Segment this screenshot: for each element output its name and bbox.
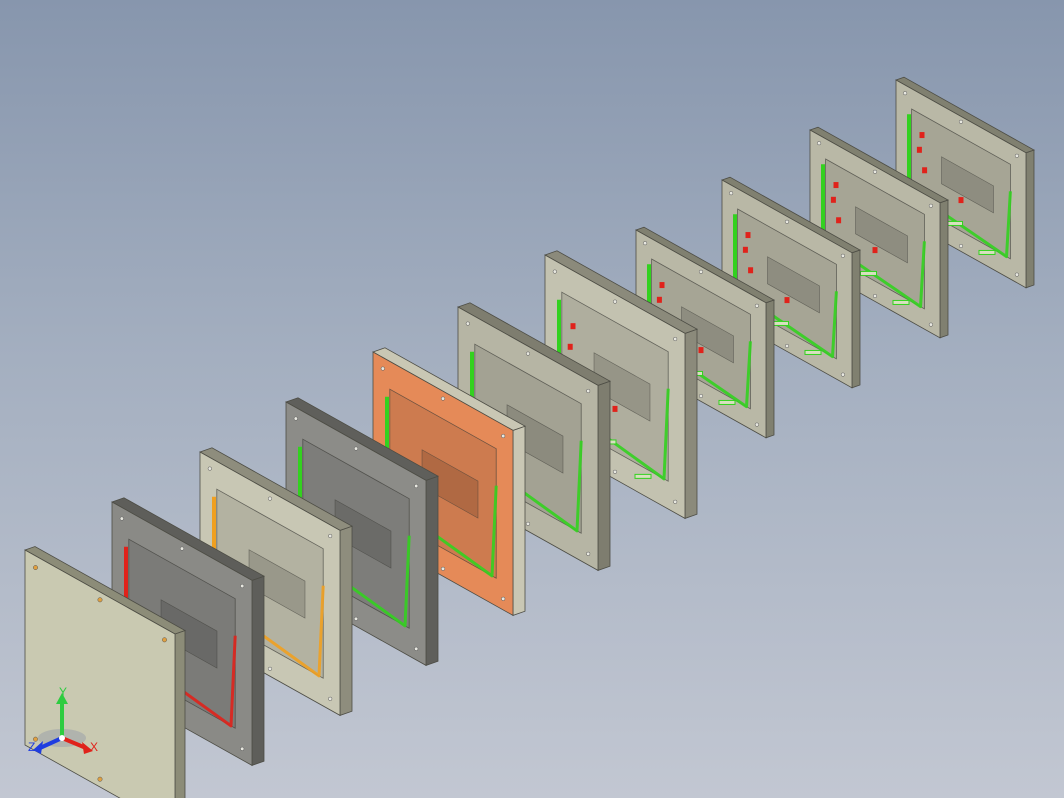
housing-insert <box>833 182 839 189</box>
bolt-hole <box>928 322 933 327</box>
bolt-hole <box>501 596 506 601</box>
bolt-hole <box>612 469 618 474</box>
bolt-hole <box>267 666 273 671</box>
housing-insert <box>784 297 790 304</box>
housing-insert <box>916 146 922 153</box>
bolt-hole <box>240 583 245 589</box>
housing-insert <box>612 405 618 412</box>
bolt-hole <box>33 565 38 571</box>
bolt-hole <box>240 746 245 751</box>
housing-slot <box>892 299 910 305</box>
plate-side <box>939 199 949 339</box>
housing-insert <box>698 347 704 354</box>
bolt-hole <box>840 253 845 258</box>
bolt-hole <box>97 597 103 603</box>
triad-y-label: Y <box>59 685 67 699</box>
bolt-hole <box>440 566 446 571</box>
triad-origin <box>59 735 65 741</box>
bolt-hole <box>673 336 678 342</box>
housing-insert <box>570 323 576 330</box>
plate-side <box>765 299 775 439</box>
plate-side <box>1025 149 1035 289</box>
bolt-hole <box>267 496 273 501</box>
housing-insert <box>656 296 662 303</box>
housing-insert <box>919 132 925 139</box>
bolt-hole <box>353 446 359 451</box>
housing-slot <box>860 270 877 276</box>
bolt-hole <box>784 219 790 224</box>
plate-side <box>425 475 439 666</box>
plate-side <box>339 525 353 716</box>
bolt-hole <box>586 551 591 556</box>
housing-insert <box>958 197 964 204</box>
bolt-hole <box>754 422 759 427</box>
housing-insert <box>836 217 842 224</box>
housing-insert <box>659 282 665 289</box>
plate-side <box>251 575 265 766</box>
plate-side <box>851 249 861 389</box>
plate-side <box>597 380 611 571</box>
bolt-hole <box>207 466 212 471</box>
bolt-hole <box>97 776 103 782</box>
bolt-hole <box>698 269 704 274</box>
housing-insert <box>922 167 928 174</box>
bolt-hole <box>612 299 618 304</box>
bolt-hole <box>162 637 167 643</box>
bolt-hole <box>673 499 678 504</box>
bolt-hole <box>958 119 964 124</box>
bolt-hole <box>525 521 531 526</box>
bolt-hole <box>817 141 822 146</box>
bolt-hole <box>414 483 419 489</box>
bolt-hole <box>328 533 333 539</box>
bolt-hole <box>928 203 933 208</box>
bolt-hole <box>552 269 557 274</box>
bolt-hole <box>353 616 359 621</box>
housing-insert <box>872 247 878 254</box>
housing-slot <box>634 473 652 479</box>
housing-slot <box>804 349 822 355</box>
bolt-hole <box>293 416 298 421</box>
bolt-hole <box>440 396 446 401</box>
bolt-hole <box>872 169 878 174</box>
plate-side <box>174 629 186 798</box>
bolt-hole <box>586 388 591 394</box>
housing-insert <box>742 246 748 253</box>
bolt-hole <box>729 191 734 196</box>
housing-insert <box>830 196 836 203</box>
exploded-assembly-view: Y X Z <box>24 76 1035 798</box>
housing-insert <box>748 267 754 274</box>
plate-side <box>512 425 526 616</box>
triad-z-label: Z <box>28 740 35 754</box>
bolt-hole <box>380 366 385 371</box>
bolt-hole <box>501 433 506 439</box>
bolt-hole <box>754 303 759 308</box>
housing-slot <box>978 249 996 255</box>
bolt-hole <box>328 696 333 701</box>
bolt-hole <box>465 321 470 326</box>
housing-insert <box>745 232 751 239</box>
housing-slot <box>772 320 789 326</box>
bolt-hole <box>1014 272 1019 277</box>
bolt-hole <box>698 393 704 399</box>
bolt-hole <box>414 646 419 651</box>
bolt-hole <box>643 241 648 246</box>
bolt-hole <box>958 243 964 249</box>
bolt-hole <box>903 91 908 96</box>
bolt-hole <box>872 293 878 299</box>
housing-slot <box>718 399 736 405</box>
bolt-hole <box>1014 153 1019 158</box>
housing-slot <box>946 220 963 226</box>
bolt-hole <box>119 516 124 521</box>
housing-insert <box>567 343 573 350</box>
bolt-hole <box>784 343 790 349</box>
triad-x-label: X <box>90 740 98 754</box>
bolt-hole <box>840 372 845 377</box>
plate-side <box>684 328 698 519</box>
bolt-hole <box>179 546 185 551</box>
cad-viewport[interactable]: Y X Z <box>0 0 1064 798</box>
bolt-hole <box>525 351 531 356</box>
